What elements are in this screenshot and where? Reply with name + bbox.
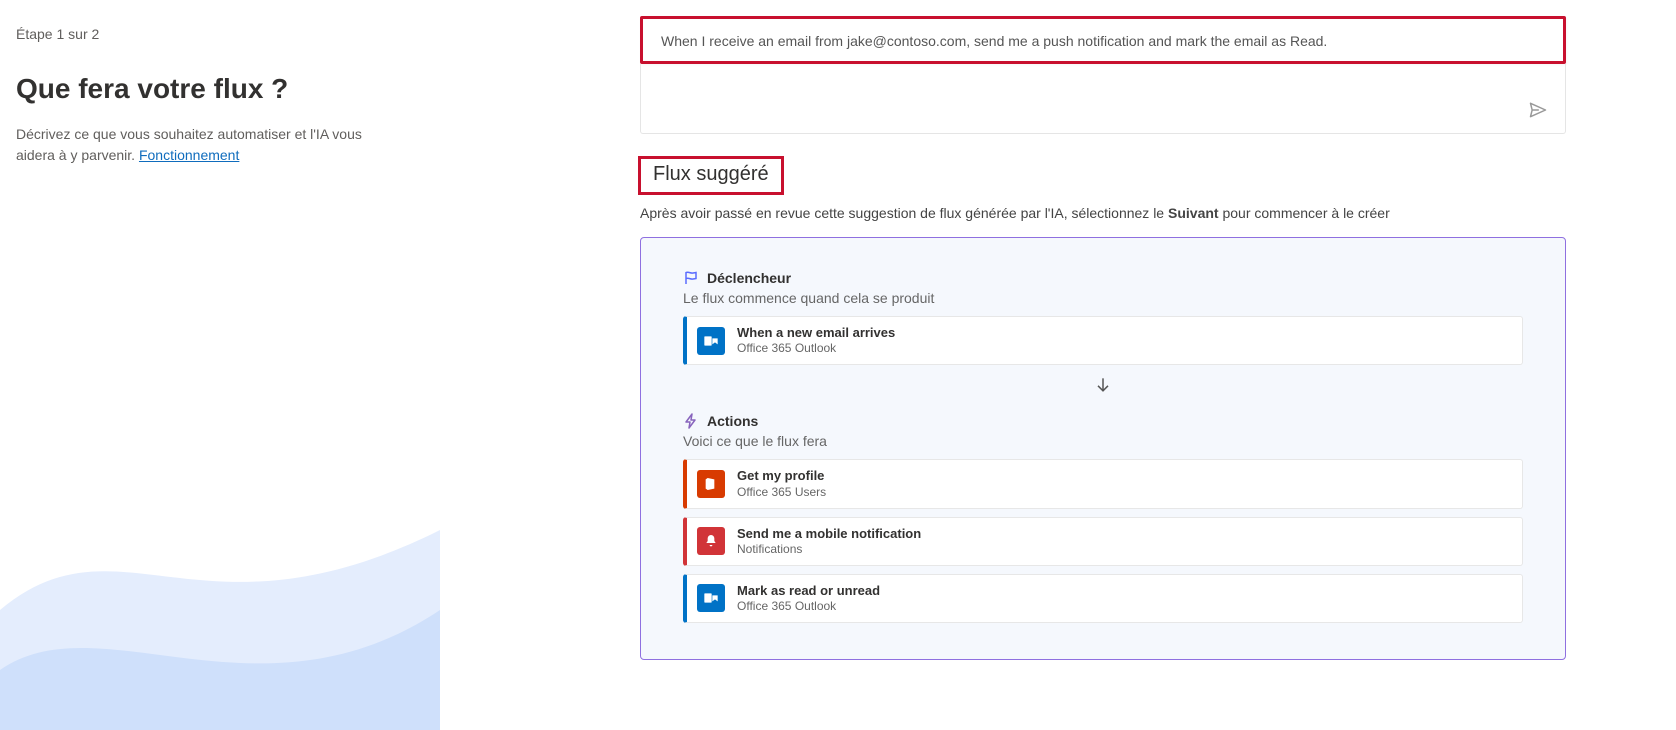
- trigger-desc: Le flux commence quand cela se produit: [683, 290, 1523, 306]
- action-card[interactable]: Mark as read or unread Office 365 Outloo…: [683, 574, 1523, 623]
- bell-icon: [697, 527, 725, 555]
- action-card[interactable]: Get my profile Office 365 Users: [683, 459, 1523, 508]
- left-panel: Étape 1 sur 2 Que fera votre flux ? Décr…: [0, 0, 440, 730]
- send-icon: [1528, 100, 1548, 120]
- subtitle-before: Après avoir passé en revue cette suggest…: [640, 205, 1168, 221]
- prompt-composer[interactable]: [640, 64, 1566, 134]
- right-panel: When I receive an email from jake@contos…: [440, 0, 1676, 730]
- trigger-card-text: When a new email arrives Office 365 Outl…: [737, 325, 895, 356]
- step-indicator: Étape 1 sur 2: [16, 26, 420, 42]
- flag-icon: [683, 270, 699, 286]
- outlook-icon: [697, 584, 725, 612]
- action-card[interactable]: Send me a mobile notification Notificati…: [683, 517, 1523, 566]
- action-title: Mark as read or unread: [737, 583, 880, 599]
- arrow-down-icon: [683, 375, 1523, 395]
- suggested-flow-title: Flux suggéré: [653, 163, 769, 185]
- lightning-icon: [683, 413, 699, 429]
- action-sub: Office 365 Users: [737, 485, 826, 500]
- actions-label: Actions: [707, 413, 758, 429]
- flow-panel: Déclencheur Le flux commence quand cela …: [640, 237, 1566, 660]
- outlook-icon: [697, 327, 725, 355]
- trigger-card-title: When a new email arrives: [737, 325, 895, 341]
- action-title: Get my profile: [737, 468, 826, 484]
- subtitle-after: pour commencer à le créer: [1219, 205, 1390, 221]
- trigger-label: Déclencheur: [707, 270, 791, 286]
- page-description: Décrivez ce que vous souhaitez automatis…: [16, 124, 396, 166]
- decorative-wave: [0, 470, 440, 730]
- prompt-highlight: When I receive an email from jake@contos…: [640, 16, 1566, 64]
- trigger-card-sub: Office 365 Outlook: [737, 341, 895, 356]
- trigger-section-header: Déclencheur: [683, 270, 1523, 286]
- suggested-flow-subtitle: Après avoir passé en revue cette suggest…: [640, 205, 1566, 221]
- suggested-flow-highlight: Flux suggéré: [638, 156, 784, 195]
- office-icon: [697, 470, 725, 498]
- how-it-works-link[interactable]: Fonctionnement: [139, 147, 239, 163]
- actions-desc: Voici ce que le flux fera: [683, 433, 1523, 449]
- trigger-card[interactable]: When a new email arrives Office 365 Outl…: [683, 316, 1523, 365]
- page-title: Que fera votre flux ?: [16, 72, 420, 106]
- actions-section-header: Actions: [683, 413, 1523, 429]
- prompt-text: When I receive an email from jake@contos…: [661, 33, 1545, 49]
- send-button[interactable]: [1525, 97, 1551, 123]
- subtitle-bold: Suivant: [1168, 205, 1219, 221]
- action-title: Send me a mobile notification: [737, 526, 921, 542]
- action-sub: Notifications: [737, 542, 921, 557]
- action-sub: Office 365 Outlook: [737, 599, 880, 614]
